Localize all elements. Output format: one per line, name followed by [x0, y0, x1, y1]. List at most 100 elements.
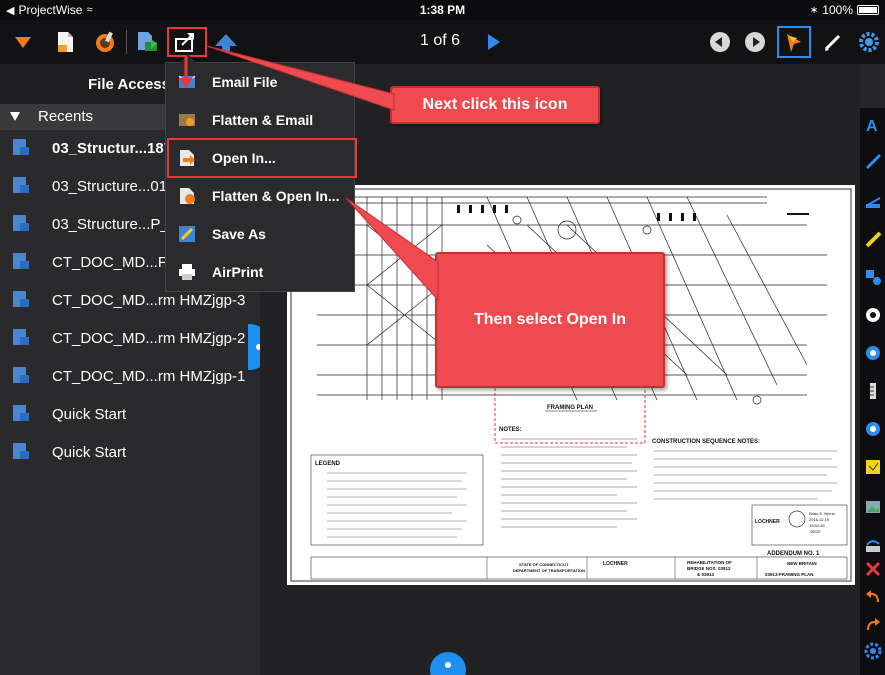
menu-item-save-as[interactable]: Save As	[166, 215, 356, 253]
sequence-heading: CONSTRUCTION SEQUENCE NOTES:	[652, 439, 760, 445]
menu-item-label: Flatten & Email	[212, 112, 314, 128]
annotation-tool-strip: A	[860, 108, 885, 675]
menu-item-flatten-email[interactable]: Flatten & Email	[166, 101, 356, 139]
status-bar: ◀ ProjectWise ≈ 1:38 PM ∗ 100%	[0, 0, 885, 20]
signer-name: Brian E. Byrne	[809, 511, 836, 516]
dept-line-1: STATE OF CONNECTICUT	[519, 562, 569, 567]
engineer-seal	[788, 510, 806, 528]
sync-document-icon[interactable]	[134, 29, 160, 55]
share-icon-highlight	[167, 27, 207, 57]
redo-icon[interactable]	[864, 616, 882, 634]
svg-text:A: A	[866, 118, 878, 134]
cloud-tool-icon[interactable]	[864, 344, 882, 362]
pdf-file-icon	[13, 443, 29, 459]
app-window: ◀ ProjectWise ≈ 1:38 PM ∗ 100% 1 of 6 Fi…	[0, 0, 885, 675]
flatten-open-icon	[180, 188, 195, 204]
toolbar: 1 of 6	[0, 20, 885, 64]
file-list-item[interactable]: Quick Start	[0, 396, 260, 434]
file-name: 03_Structure...01	[52, 178, 168, 195]
printer-icon	[179, 264, 195, 280]
previous-document-button[interactable]	[710, 32, 730, 52]
file-list-item[interactable]: CT_DOC_MD...rm HMZjgp-2	[0, 320, 260, 358]
markup-tool-selected[interactable]	[777, 26, 811, 58]
recents-label: Recents	[38, 108, 94, 125]
stamp-gear-icon[interactable]	[864, 306, 882, 324]
file-name: 03_Structur...187	[52, 140, 173, 157]
image-stamp-icon[interactable]	[864, 498, 882, 516]
next-page-arrow-icon[interactable]	[488, 34, 500, 50]
file-list-item[interactable]: Quick Start	[0, 434, 260, 472]
file-list-item[interactable]: CT_DOC_MD...rm HMZjgp-1	[0, 358, 260, 396]
pen-tool-icon[interactable]	[864, 152, 882, 170]
pdf-file-icon	[13, 253, 29, 269]
pdf-file-icon	[13, 139, 29, 155]
file-name: CT_DOC_MD...rm HMZjgp-3	[52, 292, 246, 309]
menu-item-label: Save As	[212, 226, 266, 242]
file-name: CT_DOC_MD...For	[52, 254, 181, 271]
markup-pin-icon	[787, 34, 801, 52]
highlighter-icon[interactable]	[864, 230, 882, 248]
save-as-icon	[179, 226, 195, 242]
callout-step-2: Then select Open In	[435, 252, 665, 388]
firm-name: LOCHNER	[755, 519, 780, 525]
text-tool-icon[interactable]: A	[864, 116, 882, 134]
next-document-button[interactable]	[745, 32, 765, 52]
battery-status: ∗ 100%	[810, 3, 879, 17]
cloud-upload-icon[interactable]	[213, 29, 239, 55]
open-in-highlight	[167, 138, 357, 178]
menu-item-label: Flatten & Open In...	[212, 188, 340, 204]
delete-x-icon[interactable]	[864, 560, 882, 578]
notes-heading: NOTES:	[499, 427, 522, 433]
document-icon[interactable]	[52, 29, 78, 55]
project-line-2: BRIDGE NOS. 03912	[687, 566, 731, 571]
dept-line-2: DEPARTMENT OF TRANSPORTATION	[513, 568, 585, 573]
menu-item-flatten-open-in[interactable]: Flatten & Open In...	[166, 177, 356, 215]
sheet-title: 03913-FRAMING PLAN	[765, 572, 814, 577]
line-tool-icon[interactable]	[864, 192, 882, 210]
callout-text: Next click this icon	[422, 96, 568, 113]
toolbar-divider	[126, 30, 127, 54]
file-name: Quick Start	[52, 444, 127, 461]
undo-icon[interactable]	[864, 588, 882, 606]
pencil-icon[interactable]	[820, 29, 846, 55]
dropdown-triangle-icon[interactable]	[10, 29, 36, 55]
plan-title: FRAMING PLAN	[547, 405, 593, 411]
pdf-file-icon	[13, 291, 29, 307]
legend-heading: LEGEND	[315, 461, 341, 467]
file-name: Quick Start	[52, 406, 127, 423]
battery-icon	[857, 5, 879, 15]
panel-title: File Access	[88, 76, 170, 93]
pdf-file-icon	[13, 177, 29, 193]
pdf-file-icon	[13, 215, 29, 231]
menu-item-label: AirPrint	[212, 264, 264, 280]
file-name: 03_Structure...P_C	[52, 216, 180, 233]
menu-item-airprint[interactable]: AirPrint	[166, 253, 356, 291]
shapes-tool-icon[interactable]	[864, 268, 882, 286]
photo-tool-icon[interactable]	[864, 420, 882, 438]
settings-gear-icon[interactable]	[856, 29, 882, 55]
callout-text: Then select Open In	[473, 311, 627, 328]
collapse-triangle-icon	[10, 112, 20, 121]
envelope-icon	[178, 75, 196, 88]
pdf-file-icon	[13, 367, 29, 383]
pdf-file-icon	[13, 329, 29, 345]
addendum-label: ADDENDUM NO. 1	[767, 551, 820, 557]
bluetooth-icon: ∗	[809, 4, 819, 16]
callout-step-1: Next click this icon	[390, 86, 600, 124]
note-tool-icon[interactable]	[864, 458, 882, 476]
signer-timezone: -05'00'	[809, 529, 821, 534]
menu-item-label: Email File	[212, 74, 278, 90]
signer-date: 2016.12.19	[809, 517, 830, 522]
file-name: CT_DOC_MD...rm HMZjgp-1	[52, 368, 246, 385]
flatten-email-icon	[179, 114, 195, 126]
measure-tool-icon[interactable]	[864, 382, 882, 400]
menu-item-email-file[interactable]: Email File	[166, 63, 356, 101]
titleblock-firm: LOCHNER	[603, 561, 628, 567]
clock: 1:38 PM	[419, 3, 466, 17]
battery-percent: 100%	[822, 3, 853, 17]
annotate-tools-icon[interactable]	[92, 29, 118, 55]
tool-settings-gear-icon[interactable]	[864, 642, 882, 660]
project-line-3: & 03913	[697, 572, 715, 577]
pdf-file-icon	[13, 405, 29, 421]
signature-tool-icon[interactable]	[864, 536, 882, 554]
